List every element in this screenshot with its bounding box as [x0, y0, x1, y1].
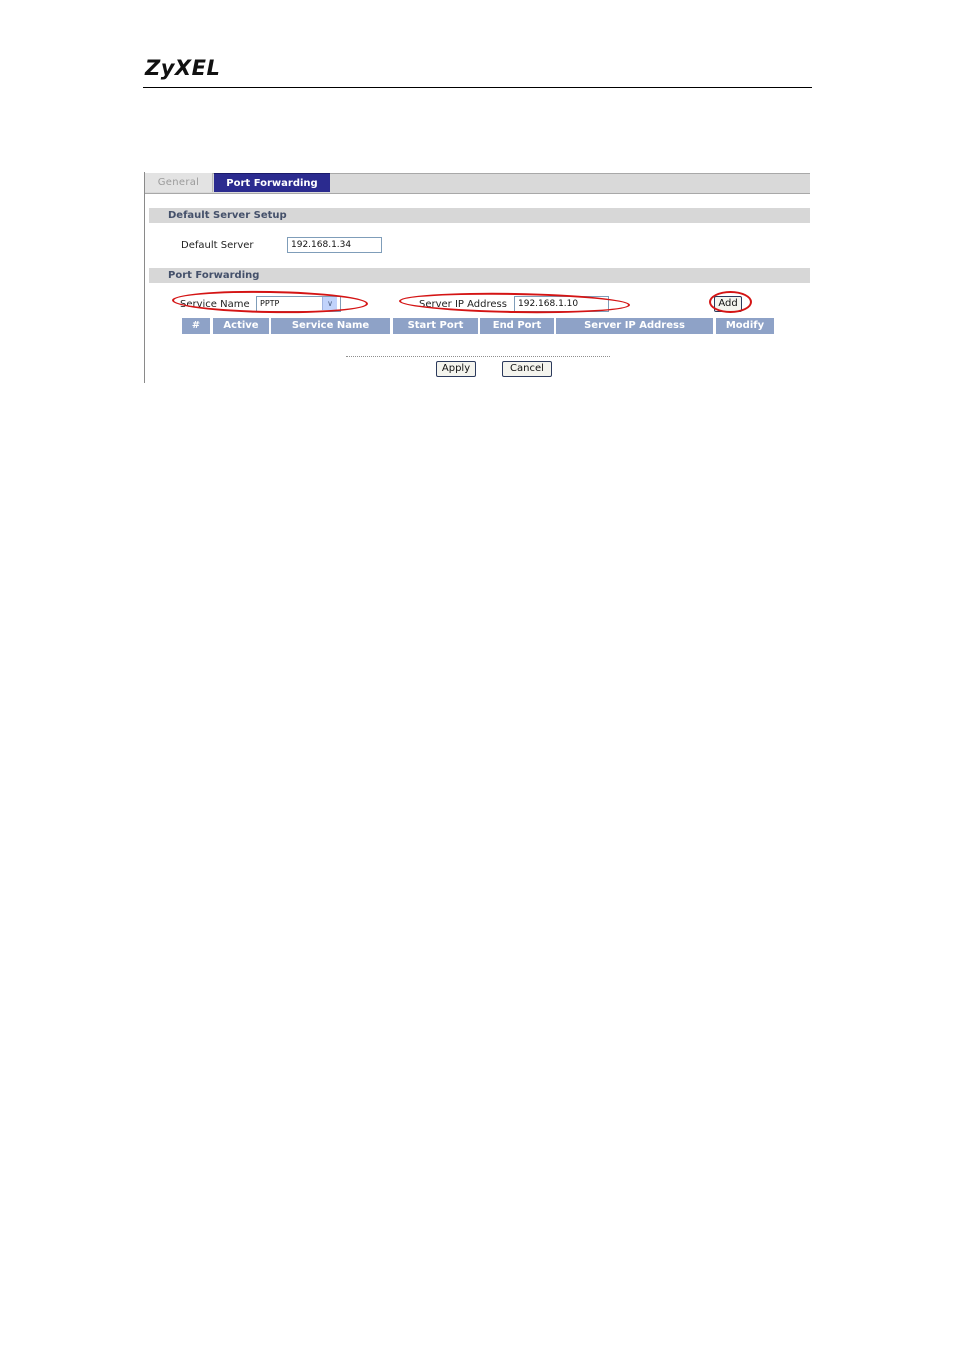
column-header-modify: Modify — [716, 318, 774, 334]
panel-border — [144, 172, 145, 383]
dotted-divider — [346, 356, 610, 357]
default-server-input[interactable]: 192.168.1.34 — [287, 237, 382, 253]
column-header-start-port: Start Port — [393, 318, 478, 334]
column-header-active: Active — [213, 318, 269, 334]
cancel-button[interactable]: Cancel — [502, 361, 552, 377]
column-header-service-name: Service Name — [271, 318, 390, 334]
header-divider — [143, 87, 812, 88]
annotation-ellipse-add — [709, 291, 752, 313]
zyxel-logo: ZyXEL — [145, 56, 221, 80]
column-header-end-port: End Port — [480, 318, 554, 334]
tab-port-forwarding[interactable]: Port Forwarding — [214, 173, 330, 192]
column-header-number: # — [182, 318, 210, 334]
default-server-label: Default Server — [181, 240, 254, 251]
section-title-default-server-setup: Default Server Setup — [149, 208, 810, 223]
apply-button[interactable]: Apply — [436, 361, 476, 377]
column-header-server-ip-address: Server IP Address — [556, 318, 713, 334]
section-title-port-forwarding: Port Forwarding — [149, 268, 810, 283]
tab-general[interactable]: General — [145, 173, 213, 192]
